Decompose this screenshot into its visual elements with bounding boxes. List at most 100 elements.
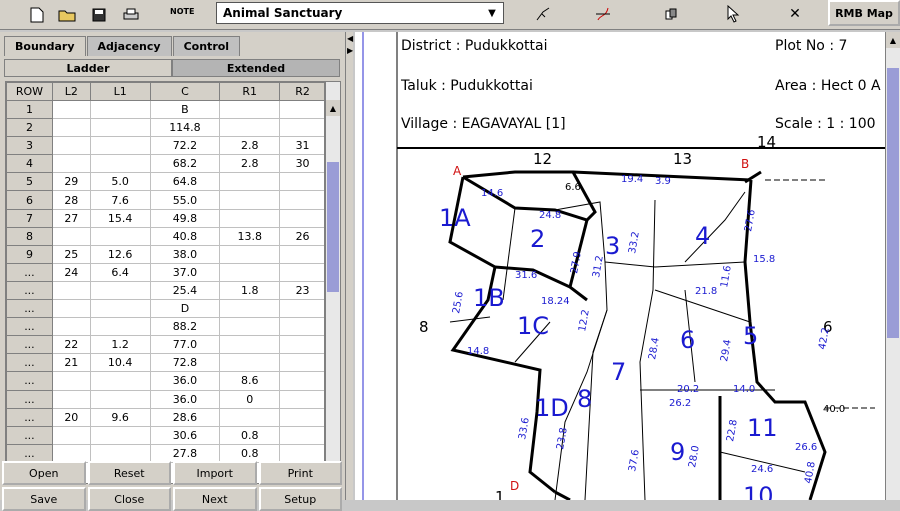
table-cell[interactable]: 68.2: [149, 154, 221, 174]
table-cell[interactable]: [279, 190, 324, 210]
table-cell[interactable]: [279, 262, 324, 282]
next-button[interactable]: Next: [173, 487, 257, 511]
table-cell[interactable]: 27.8: [149, 443, 221, 463]
table-cell[interactable]: [89, 371, 151, 391]
column-header-c[interactable]: C: [149, 82, 221, 101]
table-cell[interactable]: 21: [51, 353, 91, 373]
table-cell[interactable]: 72.2: [149, 136, 221, 156]
table-cell[interactable]: [89, 136, 151, 156]
table-cell[interactable]: [219, 244, 281, 264]
table-cell[interactable]: [219, 353, 281, 373]
table-cell[interactable]: 12.6: [89, 244, 151, 264]
table-cell[interactable]: [89, 154, 151, 174]
table-cell[interactable]: [89, 425, 151, 445]
row-header-cell[interactable]: ...: [6, 280, 53, 301]
table-cell[interactable]: [89, 317, 151, 337]
open-folder-icon[interactable]: [52, 2, 82, 28]
column-header-r1[interactable]: R1: [219, 82, 281, 101]
table-cell[interactable]: 36.0: [149, 389, 221, 409]
open-button[interactable]: Open: [2, 461, 86, 485]
table-cell[interactable]: 114.8: [149, 118, 221, 138]
table-row[interactable]: 8 40.8 13.8 26: [6, 226, 324, 246]
table-cell[interactable]: 8.6: [219, 371, 281, 391]
note-button[interactable]: NOTE: [170, 7, 194, 16]
table-cell[interactable]: 0.8: [219, 425, 281, 445]
table-row[interactable]: 5 29 5.0 64.8: [6, 172, 324, 192]
table-cell[interactable]: [89, 226, 151, 246]
table-cell[interactable]: [219, 172, 281, 192]
table-cell[interactable]: 30: [279, 154, 324, 174]
table-cell[interactable]: [279, 244, 324, 264]
table-row[interactable]: ... 36.0 8.6: [6, 371, 324, 391]
table-cell[interactable]: 22: [51, 335, 91, 355]
row-header-cell[interactable]: ...: [6, 317, 53, 337]
table-cell[interactable]: 26: [279, 226, 324, 246]
pointer-cursor-icon[interactable]: [722, 4, 744, 24]
map-canvas[interactable]: District : Pudukkottai Plot No : 7 Taluk…: [355, 32, 885, 500]
table-cell[interactable]: 9.6: [89, 407, 151, 427]
table-cell[interactable]: [279, 99, 324, 120]
table-row[interactable]: ... 30.6 0.8: [6, 425, 324, 445]
row-header-cell[interactable]: 1: [6, 99, 53, 120]
scrollbar-thumb[interactable]: [887, 68, 899, 338]
parcel-label[interactable]: 1B: [473, 284, 505, 312]
reset-button[interactable]: Reset: [87, 461, 171, 485]
row-header-cell[interactable]: ...: [6, 407, 53, 427]
table-cell[interactable]: 10.4: [89, 353, 151, 373]
table-cell[interactable]: [89, 280, 151, 301]
table-cell[interactable]: 55.0: [149, 190, 221, 210]
delete-cross-icon[interactable]: ✕: [784, 4, 806, 24]
table-cell[interactable]: [279, 353, 324, 373]
tab-extended[interactable]: Extended: [172, 59, 340, 77]
table-cell[interactable]: [279, 208, 324, 228]
column-header-l2[interactable]: L2: [51, 82, 91, 101]
table-cell[interactable]: [51, 317, 91, 337]
close-button[interactable]: Close: [87, 487, 171, 511]
row-header-cell[interactable]: ...: [6, 443, 53, 463]
table-cell[interactable]: 2.8: [219, 154, 281, 174]
table-cell[interactable]: 29: [51, 172, 91, 192]
line-tool-icon[interactable]: [532, 4, 554, 24]
column-header-row[interactable]: ROW: [6, 82, 53, 101]
split-pane-divider[interactable]: ◀ ▶: [345, 32, 353, 500]
row-header-cell[interactable]: 2: [6, 118, 53, 138]
table-cell[interactable]: 20: [51, 407, 91, 427]
row-header-cell[interactable]: 3: [6, 136, 53, 156]
table-cell[interactable]: [219, 317, 281, 337]
table-cell[interactable]: 13.8: [219, 226, 281, 246]
table-row[interactable]: ... 88.2: [6, 317, 324, 337]
table-cell[interactable]: 28.6: [149, 407, 221, 427]
row-header-cell[interactable]: ...: [6, 353, 53, 373]
table-row[interactable]: 1B: [6, 99, 324, 120]
table-row[interactable]: ... D: [6, 299, 324, 319]
table-row[interactable]: ... 21 10.4 72.8: [6, 353, 324, 373]
copy-tool-icon[interactable]: [660, 4, 682, 24]
table-cell[interactable]: 7.6: [89, 190, 151, 210]
table-cell[interactable]: [219, 335, 281, 355]
table-cell[interactable]: 88.2: [149, 317, 221, 337]
table-cell[interactable]: [279, 389, 324, 409]
parcel-label[interactable]: 11: [747, 414, 778, 442]
print-button[interactable]: Print: [258, 461, 342, 485]
table-cell[interactable]: [51, 280, 91, 301]
map-scrollbar[interactable]: ▲: [885, 32, 900, 500]
table-cell[interactable]: [51, 425, 91, 445]
table-cell[interactable]: 0: [219, 389, 281, 409]
table-row[interactable]: ... 24 6.4 37.0: [6, 262, 324, 282]
row-header-cell[interactable]: ...: [6, 425, 53, 445]
parcel-label[interactable]: 4: [695, 222, 710, 250]
table-cell[interactable]: 25: [51, 244, 91, 264]
table-cell[interactable]: [51, 226, 91, 246]
table-cell[interactable]: [89, 389, 151, 409]
table-cell[interactable]: [89, 99, 151, 120]
tab-boundary[interactable]: Boundary: [4, 36, 86, 56]
table-cell[interactable]: 36.0: [149, 371, 221, 391]
table-cell[interactable]: 31: [279, 136, 324, 156]
table-cell[interactable]: [89, 443, 151, 463]
tab-control[interactable]: Control: [172, 36, 241, 56]
table-row[interactable]: 3 72.2 2.8 31: [6, 136, 324, 156]
table-cell[interactable]: 40.8: [149, 226, 221, 246]
rmb-map-button[interactable]: RMB Map: [828, 0, 900, 26]
import-button[interactable]: Import: [173, 461, 257, 485]
save-button[interactable]: Save: [2, 487, 86, 511]
